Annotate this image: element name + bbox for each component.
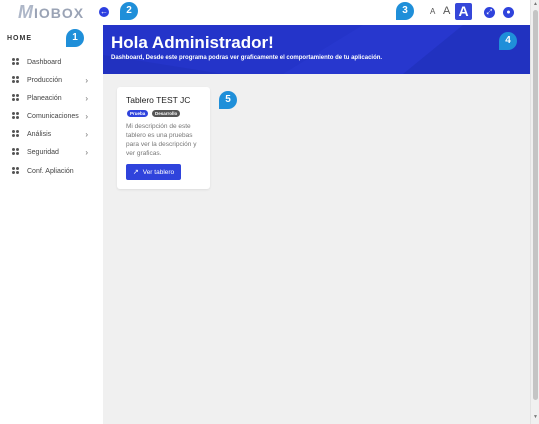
chevron-right-icon: › [85,93,88,103]
sidebar-item-comunicaciones[interactable]: Comunicaciones › [12,109,98,123]
sidebar-item-label: Análisis [27,130,52,138]
scroll-up-icon[interactable]: ▲ [533,1,538,7]
sidebar: HOME Dashboard Producción › Planeación ›… [0,25,103,424]
grid-dots-icon [12,76,20,84]
sidebar-item-analisis[interactable]: Análisis › [12,127,98,141]
fullscreen-button[interactable]: ⤢ [484,7,495,18]
grid-dots-icon [12,112,20,120]
welcome-banner: Hola Administrador! Dashboard, Desde est… [103,25,530,74]
scroll-thumb[interactable] [533,10,538,400]
font-size-medium-button[interactable]: A [443,5,450,17]
card-title: Tablero TEST JC [126,95,191,105]
dashboard-card: Tablero TEST JC Prueba Desarrollo Mi des… [117,87,210,189]
sidebar-item-label: Comunicaciones [27,112,79,120]
sidebar-item-planeacion[interactable]: Planeación › [12,91,98,105]
sidebar-item-dashboard[interactable]: Dashboard [12,55,98,69]
main-content: Hola Administrador! Dashboard, Desde est… [103,25,530,424]
annotation-marker-1: 1 [66,29,84,47]
button-label: Ver tablero [142,168,175,176]
sidebar-item-configuracion[interactable]: Conf. Apliación [12,164,98,178]
font-size-large-button[interactable]: A [455,3,472,20]
annotation-marker-4: 4 [499,32,517,50]
font-size-small-button[interactable]: A [430,7,435,16]
annotation-marker-2: 2 [120,2,138,20]
chevron-right-icon: › [85,129,88,139]
annotation-marker-3: 3 [396,2,414,20]
card-description: Mi descripción de este tablero es una pr… [126,123,197,157]
scroll-down-icon[interactable]: ▼ [533,414,538,420]
sidebar-item-label: Producción [27,76,63,84]
expand-icon: ⤢ [486,9,493,16]
grid-dots-icon [12,94,20,102]
arrow-left-icon: ← [100,7,108,16]
tag-badge: Desarrollo [152,110,181,117]
logo-text: MIOBOX [18,1,85,22]
page-scrollbar[interactable]: ▲ ▼ [530,0,539,424]
grid-dots-icon [12,167,20,175]
top-bar: MIOBOX ← A A A ⤢ ● [0,0,530,25]
sidebar-item-seguridad[interactable]: Seguridad › [12,145,98,159]
user-icon: ● [506,9,511,16]
page-title: Hola Administrador! [111,33,274,52]
user-menu-button[interactable]: ● [503,7,514,18]
sidebar-home-label: HOME [7,35,32,42]
sidebar-item-label: Dashboard [27,58,62,66]
chevron-right-icon: › [85,147,88,157]
sidebar-item-label: Planeación [27,94,62,102]
page-subtitle: Dashboard, Desde este programa podras ve… [111,55,383,61]
view-dashboard-button[interactable]: ↗ Ver tablero [126,164,181,180]
sidebar-item-label: Conf. Apliación [27,167,74,175]
logo[interactable]: MIOBOX [18,2,88,22]
annotation-marker-5: 5 [219,91,237,109]
arrow-up-right-icon: ↗ [132,169,139,176]
chevron-right-icon: › [85,111,88,121]
grid-dots-icon [12,130,20,138]
sidebar-item-produccion[interactable]: Producción › [12,73,98,87]
grid-dots-icon [12,148,20,156]
tag-badge: Prueba [127,110,149,117]
back-button[interactable]: ← [99,7,109,17]
grid-dots-icon [12,58,20,66]
chevron-right-icon: › [85,75,88,85]
sidebar-item-label: Seguridad [27,148,59,156]
